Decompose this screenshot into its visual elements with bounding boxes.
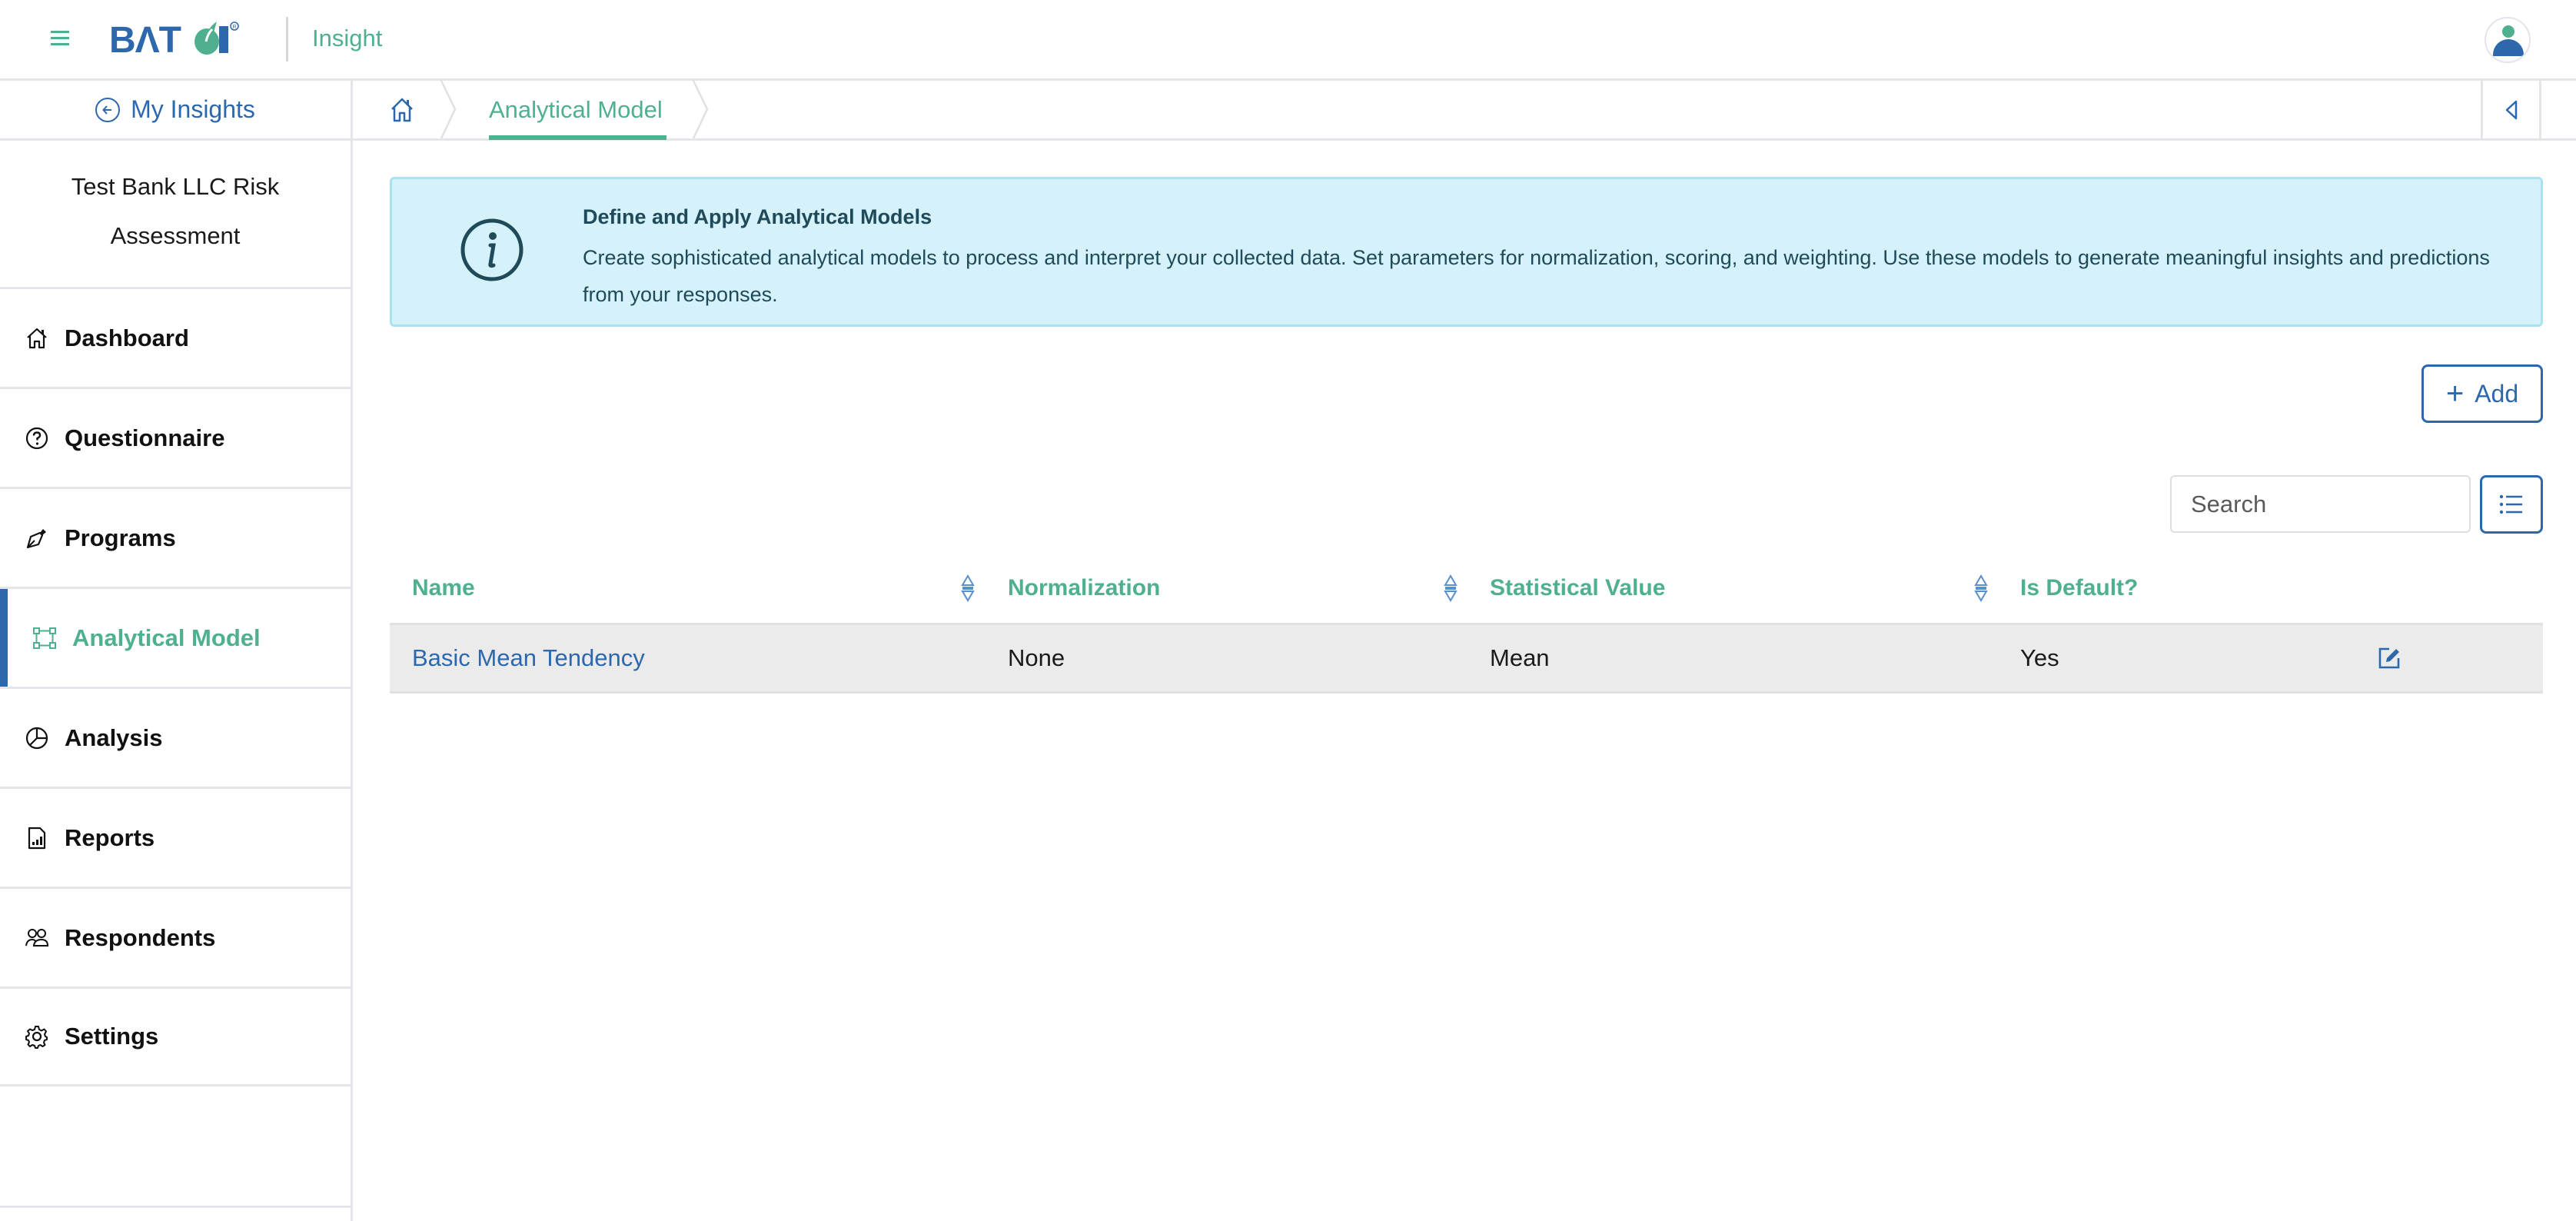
sidebar-item-label: Programs: [65, 524, 176, 551]
info-circle-icon: [460, 218, 524, 281]
project-title-line2: Assessment: [110, 222, 241, 249]
top-header: BΛT R Insight: [0, 0, 2576, 81]
logo-mark: BΛT R: [109, 20, 239, 57]
analytical-models-table: Name Normalization Statistical Value Is …: [390, 554, 2543, 694]
people-icon: [25, 928, 49, 947]
table-header: Name Normalization Statistical Value Is …: [390, 554, 2543, 623]
table-row: Basic Mean Tendency None Mean Yes: [390, 623, 2543, 694]
sidebar-item-reports[interactable]: Reports: [0, 787, 351, 887]
pie-chart-icon: [25, 727, 48, 749]
info-title: Define and Apply Analytical Models: [583, 205, 932, 228]
add-button-label: Add: [2475, 379, 2519, 408]
column-header-normalization[interactable]: Normalization: [1008, 554, 1160, 623]
active-crumb-underline: [489, 135, 666, 140]
sidebar-item-settings[interactable]: Settings: [0, 986, 351, 1086]
breadcrumb-analytical-model[interactable]: Analytical Model: [489, 81, 663, 138]
column-header-statistical-value[interactable]: Statistical Value: [1490, 554, 1665, 623]
column-toggle-button[interactable]: [2480, 475, 2543, 534]
sidebar-item-analysis[interactable]: Analysis: [0, 687, 351, 787]
edit-icon[interactable]: [2377, 646, 2401, 670]
sidebar-item-label: Settings: [65, 1023, 159, 1050]
sidebar-footer-divider: [0, 1206, 351, 1208]
batoi-logo[interactable]: BΛT R: [109, 18, 263, 57]
svg-text:R: R: [233, 25, 237, 30]
breadcrumb-separator: [692, 81, 709, 138]
header-divider: [286, 17, 288, 62]
avatar-body: [2493, 39, 2524, 56]
is-default-cell: Yes: [2020, 644, 2059, 671]
app-name: Insight: [312, 25, 383, 52]
sidebar-item-label: Respondents: [65, 923, 216, 951]
project-title-line1: Test Bank LLC Risk: [71, 173, 280, 200]
bounding-box-icon: [33, 627, 56, 649]
user-avatar-icon[interactable]: [2485, 17, 2531, 63]
statistical-value-cell: Mean: [1490, 644, 1550, 671]
sort-icon[interactable]: [1973, 574, 1989, 602]
sort-icon[interactable]: [959, 574, 976, 602]
triangle-left-icon: [2505, 100, 2517, 119]
sidebar: Test Bank LLC Risk Assessment Dashboard …: [0, 141, 353, 1221]
pen-nib-icon: [26, 528, 46, 548]
breadcrumb-bar: My Insights Analytical Model: [0, 81, 2576, 141]
sidebar-item-label: Dashboard: [65, 324, 189, 351]
column-header-name[interactable]: Name: [412, 554, 475, 623]
project-title: Test Bank LLC Risk Assessment: [0, 162, 351, 261]
my-insights-label: My Insights: [131, 95, 255, 123]
breadcrumb-home-icon[interactable]: [388, 96, 416, 124]
list-icon: [2499, 494, 2522, 514]
svg-text:BΛT: BΛT: [109, 20, 181, 57]
column-header-is-default[interactable]: Is Default?: [2020, 554, 2138, 623]
sort-icon[interactable]: [1442, 574, 1459, 602]
model-name-link[interactable]: Basic Mean Tendency: [412, 625, 645, 691]
home-icon: [27, 328, 47, 348]
plus-icon: +: [2445, 377, 2465, 411]
info-banner: Define and Apply Analytical Models Creat…: [390, 177, 2543, 327]
sidebar-item-label: Reports: [65, 823, 155, 851]
hamburger-menu-icon[interactable]: [51, 31, 69, 48]
file-bar-chart-icon: [28, 827, 46, 849]
search-input[interactable]: [2170, 475, 2471, 533]
sidebar-item-respondents[interactable]: Respondents: [0, 887, 351, 986]
collapse-panel-button[interactable]: [2481, 81, 2541, 138]
my-insights-back-link[interactable]: My Insights: [0, 81, 353, 138]
sidebar-item-programs[interactable]: Programs: [0, 487, 351, 587]
info-text: Create sophisticated analytical models t…: [583, 246, 2490, 306]
breadcrumb-separator: [440, 81, 457, 138]
question-circle-icon: [25, 427, 48, 449]
add-button[interactable]: + Add: [2421, 364, 2543, 423]
sidebar-item-analytical-model[interactable]: Analytical Model: [0, 587, 351, 687]
sidebar-item-label: Analysis: [65, 724, 163, 751]
sidebar-item-label: Questionnaire: [65, 424, 225, 451]
sidebar-item-dashboard[interactable]: Dashboard: [0, 287, 351, 387]
sidebar-nav: Dashboard Questionnaire Programs Analyti…: [0, 287, 351, 1086]
sidebar-item-label: Analytical Model: [72, 624, 261, 651]
avatar-head: [2502, 25, 2515, 38]
sidebar-item-questionnaire[interactable]: Questionnaire: [0, 387, 351, 487]
normalization-cell: None: [1008, 644, 1065, 671]
gear-icon: [25, 1026, 48, 1049]
arrow-left-circle-icon: [95, 97, 121, 122]
